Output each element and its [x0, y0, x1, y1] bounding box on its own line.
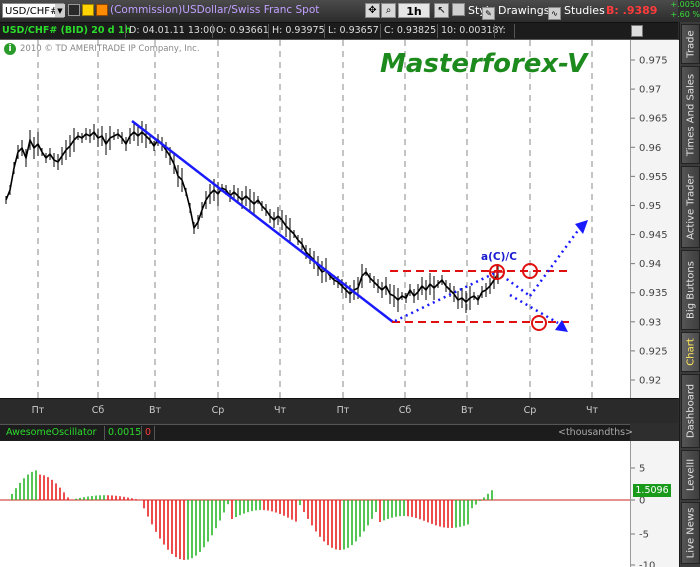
tab-active-trader[interactable]: Active Trader	[681, 166, 700, 248]
price-tick-label: 0.94	[639, 259, 661, 270]
oscillator-tick-label: 5	[639, 464, 645, 475]
bar-date: D: 04.01.11 13:00	[129, 25, 216, 36]
time-tick-label: Пт	[337, 405, 350, 416]
projection-breakout-up	[528, 224, 584, 297]
oscillator-header: AwesomeOscillator 0.0015 0 <thousandths>	[0, 424, 634, 441]
oscillator-name[interactable]: AwesomeOscillator	[6, 426, 96, 440]
price-chart-canvas[interactable]: a(C)/C	[0, 40, 630, 398]
awesome-oscillator-panel[interactable]	[0, 441, 630, 567]
price-info-bar: USD/CHF# (BID) 20 d 1h D: 04.01.11 13:00…	[0, 23, 678, 40]
bid-price: B: .9389	[606, 3, 657, 18]
favorite-icon[interactable]	[82, 4, 94, 16]
price-axis-labels: 0.975 0.97 0.965 0.96 0.955 0.95 0.945 0.94 0.93…	[631, 56, 668, 386]
crosshair-icon[interactable]: ✥	[365, 3, 380, 18]
timeframe-button[interactable]: 1h	[398, 3, 430, 18]
cursor-icon[interactable]: ↖	[434, 3, 449, 18]
oscillator-axis-labels: 5 0 -5 -10	[631, 464, 655, 567]
price-tick-label: 0.935	[639, 288, 668, 299]
oscillator-tick-label: -5	[639, 530, 649, 541]
price-tick-label: 0.93	[639, 317, 661, 328]
tab-level-ii[interactable]: LevelII	[681, 450, 700, 500]
time-tick-label: Вт	[461, 405, 474, 416]
drawings-icon: ✎	[482, 7, 495, 20]
wave-annotation: a(C)/C	[481, 251, 517, 263]
drawings-button[interactable]: ✎ Drawings	[482, 3, 550, 20]
chart-toolbar: USD/CHF# ▼ (Commission)USDollar/Swiss Fr…	[0, 0, 700, 23]
bar-range: 10: 0.00318	[441, 25, 499, 36]
price-tick-label: 0.975	[639, 56, 668, 67]
style-icon	[452, 3, 465, 16]
symbol-input[interactable]: USD/CHF# ▼	[2, 3, 65, 18]
settings-icon[interactable]	[96, 4, 108, 16]
trendline	[131, 120, 394, 323]
symbol-period-label: USD/CHF# (BID) 20 d 1h	[2, 25, 132, 36]
oscillator-axis[interactable]: 5 0 -5 -10 1.5096	[630, 441, 679, 567]
tab-live-news[interactable]: Live News	[681, 502, 700, 564]
price-tick-label: 0.97	[639, 85, 661, 96]
copyright-text: 2010 © TD AMERITRADE IP Company, Inc.	[20, 44, 200, 54]
time-tick-label: Чт	[274, 405, 287, 416]
instrument-description: (Commission)USDollar/Swiss Franc Spot	[110, 4, 320, 16]
time-tick-label: Чт	[586, 405, 599, 416]
tab-chart[interactable]: Chart	[681, 332, 700, 372]
oscillator-units: <thousandths>	[558, 427, 634, 438]
symbol-dropdown-icon[interactable]: ▼	[55, 4, 65, 17]
tab-times-and-sales[interactable]: Times And Sales	[681, 66, 700, 164]
percent-change: +.60 %	[670, 10, 700, 19]
link-icon[interactable]	[68, 4, 80, 16]
price-tick-label: 0.945	[639, 230, 668, 241]
price-axis[interactable]: 0.975 0.97 0.965 0.96 0.955 0.95 0.945 0.94 0.93…	[630, 40, 679, 398]
thinkorswim-chart-window: USD/CHF# ▼ (Commission)USDollar/Swiss Fr…	[0, 0, 700, 567]
price-tick-label: 0.965	[639, 114, 668, 125]
oscillator-last-value: 1.5096	[633, 484, 671, 497]
maximize-icon[interactable]	[631, 25, 643, 37]
price-chart[interactable]: a(C)/C i 2010 © TD AMERITRADE IP Company…	[0, 40, 630, 398]
price-tick-label: 0.955	[639, 172, 668, 183]
bar-high: H: 0.93975	[272, 25, 325, 36]
studies-label: Studies	[564, 4, 605, 17]
studies-icon: ∿	[548, 7, 561, 20]
price-tick-label: 0.96	[639, 143, 661, 154]
tab-trade[interactable]: Trade	[681, 24, 700, 64]
side-tab-bar: Trade Times And Sales Active Trader Big …	[679, 22, 700, 567]
time-tick-label: Пт	[32, 405, 45, 416]
oscillator-canvas[interactable]	[0, 441, 630, 567]
symbol-text: USD/CHF#	[5, 6, 59, 17]
time-axis-labels: Пт Сб Вт Ср Чт Пт Сб Вт Ср Чт	[32, 405, 599, 416]
drawings-label: Drawings	[498, 4, 550, 17]
info-icon[interactable]: i	[4, 43, 16, 55]
time-tick-label: Вт	[149, 405, 162, 416]
time-tick-label: Сб	[92, 405, 105, 416]
bid-prefix: B:	[606, 4, 619, 17]
time-tick-label: Сб	[399, 405, 412, 416]
zoom-icon[interactable]: ⌕	[381, 3, 396, 18]
time-axis[interactable]: Пт Сб Вт Ср Чт Пт Сб Вт Ср Чт	[0, 398, 678, 423]
bar-low: L: 0.93657	[328, 25, 379, 36]
price-tick-label: 0.92	[639, 375, 661, 386]
oscillator-value: 0.0015	[108, 427, 142, 438]
price-change: +.0050 +.60 %	[665, 0, 700, 20]
watermark: Masterforex-V	[380, 49, 588, 79]
net-change: +.0050	[670, 0, 700, 9]
oscillator-tick-label: -10	[639, 561, 655, 567]
price-line	[5, 130, 499, 304]
bid-value: .9389	[622, 4, 658, 17]
time-tick-label: Ср	[212, 405, 225, 416]
tab-big-buttons[interactable]: Big Buttons	[681, 250, 700, 330]
price-tick-label: 0.925	[639, 346, 668, 357]
oscillator-tick-label: 0	[639, 496, 645, 507]
bar-close: C: 0.93825	[384, 25, 437, 36]
time-tick-label: Ср	[524, 405, 537, 416]
oscillator-flag: 0	[145, 427, 152, 438]
price-tick-label: 0.95	[639, 201, 661, 212]
studies-button[interactable]: ∿ Studies	[548, 3, 605, 20]
cursor-y: Y:	[498, 25, 506, 36]
tab-dashboard[interactable]: Dashboard	[681, 374, 700, 448]
bar-open: O: 0.93661	[216, 25, 269, 36]
